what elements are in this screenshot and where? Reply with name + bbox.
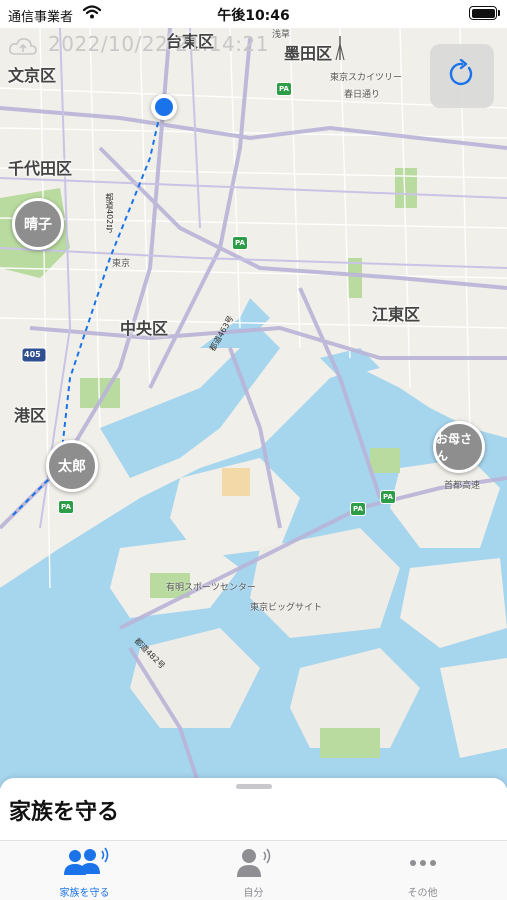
battery-icon: [469, 6, 497, 20]
status-bar: 通信事業者 午後10:46: [0, 0, 507, 28]
tab-label: 家族を守る: [59, 888, 110, 899]
family-icon: [60, 847, 110, 883]
current-location-marker[interactable]: [151, 94, 177, 120]
tab-bar: 家族を守る 自分 その他: [0, 840, 507, 900]
family-pin-taro[interactable]: 太郎: [46, 440, 98, 492]
road-label-402: 都道402号: [105, 193, 114, 233]
battery-tip: [498, 10, 500, 16]
more-icon: [407, 847, 439, 883]
pa-badge: PA: [380, 490, 396, 504]
landmark-tokyo: 東京: [112, 259, 131, 269]
ward-label-sumida: 墨田区: [284, 44, 333, 63]
ward-label-chiyoda: 千代田区: [8, 159, 73, 178]
landmark-skytree: 東京スカイツリー: [330, 73, 403, 83]
landmark-asakusa: 浅草: [272, 30, 291, 40]
ward-label-bunkyo: 文京区: [8, 66, 57, 85]
tab-self[interactable]: 自分: [169, 841, 338, 900]
street-kasuga: 春日通り: [344, 90, 381, 100]
family-pin-mother[interactable]: お母さん: [433, 421, 485, 473]
app-screen: 通信事業者 午後10:46 文京区 台東区 墨田区 千代田区 中央区 江東区 港…: [0, 0, 507, 900]
landmark-bigsight: 東京ビッグサイト: [250, 603, 323, 613]
family-pin-label: お母さん: [436, 432, 473, 463]
label-shutoko: 首都高速: [444, 481, 481, 491]
pa-badge: PA: [350, 502, 366, 516]
person-icon: [234, 847, 274, 883]
ward-label-minato: 港区: [14, 406, 47, 425]
cloud-upload-icon: [8, 36, 38, 62]
family-pin-haruko[interactable]: 晴子: [12, 198, 64, 250]
tab-more[interactable]: その他: [338, 841, 507, 900]
last-updated-timestamp: 2022/10/22 21:14:21: [48, 32, 269, 56]
ward-label-chuo: 中央区: [120, 319, 169, 338]
tab-family[interactable]: 家族を守る: [0, 841, 169, 900]
landmark-ariake: 有明スポーツセンター: [166, 583, 256, 593]
ward-label-koto: 江東区: [372, 305, 421, 324]
map-canvas: [0, 28, 507, 788]
pa-badge: PA: [232, 236, 248, 250]
pa-badge: PA: [58, 500, 74, 514]
map-view[interactable]: 文京区 台東区 墨田区 千代田区 中央区 江東区 港区 東京スカイツリー 春日通…: [0, 28, 507, 788]
status-time: 午後10:46: [217, 8, 290, 24]
sheet-title: 家族を守る: [9, 800, 120, 825]
bottom-sheet[interactable]: 家族を守る: [0, 778, 507, 840]
road-label-405: 405: [24, 350, 41, 359]
family-pin-label: 太郎: [58, 459, 86, 475]
family-pin-label: 晴子: [24, 217, 52, 233]
sheet-grabber[interactable]: [236, 784, 272, 789]
tab-label: 自分: [243, 888, 264, 899]
pa-badge: PA: [276, 82, 292, 96]
tab-label: その他: [407, 888, 438, 899]
refresh-icon: [447, 58, 477, 93]
refresh-button[interactable]: [430, 44, 494, 108]
skytree-icon: [335, 36, 345, 61]
